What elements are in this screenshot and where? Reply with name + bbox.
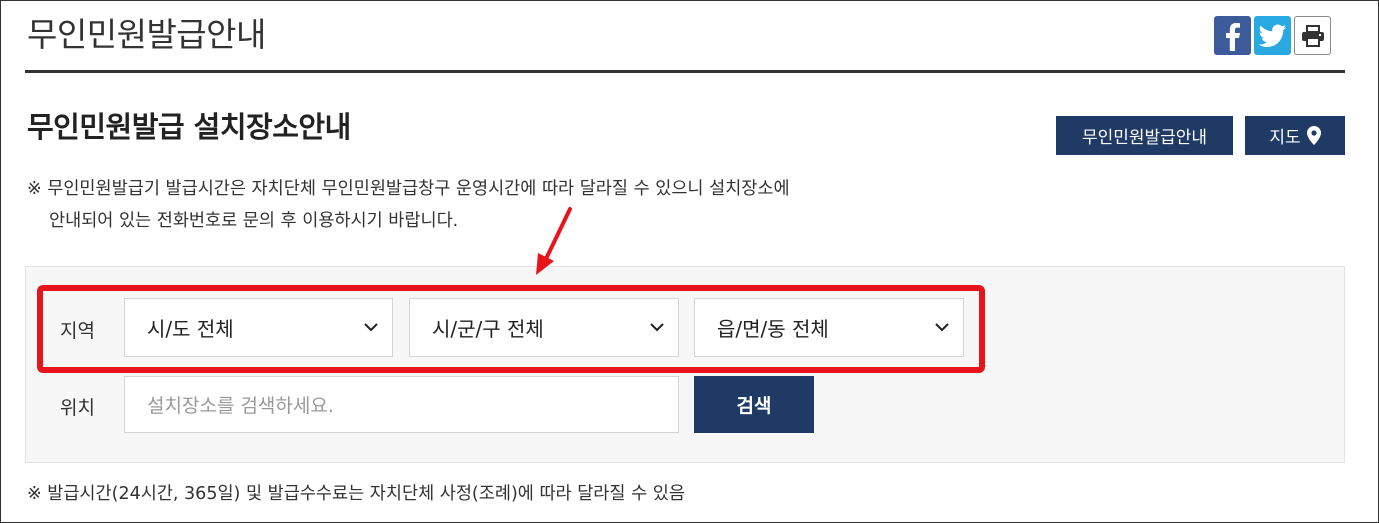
search-button[interactable]: 검색	[694, 376, 814, 433]
print-icon	[1301, 24, 1324, 47]
guide-button-label: 무인민원발급안내	[1081, 128, 1208, 148]
section-title: 무인민원발급 설치장소안내	[27, 110, 351, 144]
twitter-icon	[1258, 23, 1286, 47]
facebook-icon	[1225, 22, 1240, 51]
search-button-label: 검색	[736, 395, 772, 417]
location-search-input[interactable]: 설치장소를 검색하세요.	[124, 376, 679, 433]
notice-line-2: 안내되어 있는 전화번호로 문의 후 이용하시기 바랍니다.	[49, 211, 459, 231]
map-button-label: 지도	[1269, 128, 1301, 148]
map-pin-icon	[1306, 126, 1321, 145]
map-button[interactable]: 지도	[1245, 116, 1345, 155]
title-divider	[25, 70, 1345, 73]
notice-text: ※ 무인민원발급기 발급시간은 자치단체 무인민원발급창구 운영시간에 따라 달…	[27, 173, 790, 237]
annotation-arrow-icon	[536, 207, 572, 275]
footnote-text: ※ 발급시간(24시간, 365일) 및 발급수수료는 자치단체 사정(조례)에…	[27, 484, 685, 504]
share-toolbar	[1214, 16, 1331, 55]
twitter-share-button[interactable]	[1254, 16, 1291, 55]
page-title: 무인민원발급안내	[27, 15, 266, 54]
highlight-box	[37, 285, 985, 373]
search-placeholder: 설치장소를 검색하세요.	[147, 395, 334, 417]
print-button[interactable]	[1294, 16, 1331, 55]
facebook-share-button[interactable]	[1214, 16, 1251, 55]
guide-button[interactable]: 무인민원발급안내	[1056, 116, 1233, 155]
notice-line-1: ※ 무인민원발급기 발급시간은 자치단체 무인민원발급창구 운영시간에 따라 달…	[27, 179, 790, 199]
location-label: 위치	[60, 397, 95, 419]
